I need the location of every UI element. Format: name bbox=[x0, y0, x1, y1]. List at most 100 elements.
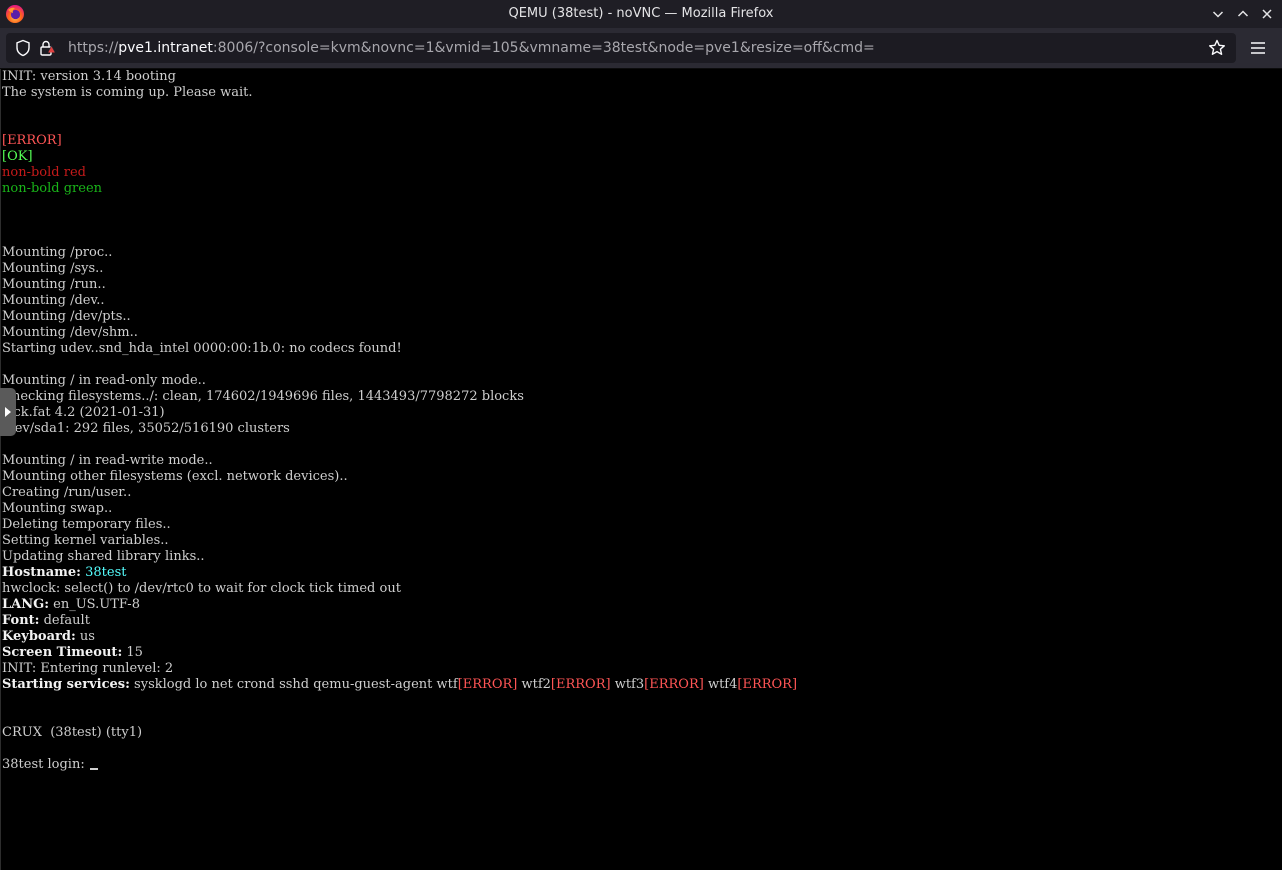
close-button[interactable] bbox=[1257, 4, 1277, 24]
console-text: default bbox=[39, 613, 90, 628]
console-text: Mounting swap.. bbox=[2, 501, 113, 516]
console-line: The system is coming up. Please wait. bbox=[2, 85, 797, 101]
console-text: wtf3 bbox=[610, 677, 645, 692]
console-text: The system is coming up. Please wait. bbox=[2, 85, 253, 100]
console-line: Mounting / in read-write mode.. bbox=[2, 453, 797, 469]
console-text: 38test login: bbox=[2, 757, 89, 772]
console-text: Mounting other filesystems (excl. networ… bbox=[2, 469, 348, 484]
console-line: [ERROR] bbox=[2, 133, 797, 149]
hamburger-menu-icon[interactable] bbox=[1249, 39, 1267, 57]
console-text: 15 bbox=[122, 645, 143, 660]
console-text: Mounting /dev/pts.. bbox=[2, 309, 131, 324]
console-line: Mounting /sys.. bbox=[2, 261, 797, 277]
console-line: Setting kernel variables.. bbox=[2, 533, 797, 549]
minimize-icon bbox=[1212, 11, 1224, 18]
console-line: Mounting /dev.. bbox=[2, 293, 797, 309]
close-icon bbox=[1262, 9, 1272, 19]
console-line: 38test login: bbox=[2, 757, 797, 773]
bookmark-star-icon[interactable] bbox=[1208, 39, 1226, 57]
url-path: :8006/?console=kvm&novnc=1&vmid=105&vmna… bbox=[212, 40, 875, 56]
console-text: Mounting / in read-write mode.. bbox=[2, 453, 213, 468]
console-line: Updating shared library links.. bbox=[2, 549, 797, 565]
console-text: fsck.fat 4.2 (2021-01-31) bbox=[2, 405, 165, 420]
console-line: Hostname: 38test bbox=[2, 565, 797, 581]
maximize-icon bbox=[1237, 10, 1249, 17]
console-text: Hostname: bbox=[2, 565, 81, 580]
console-text: Setting kernel variables.. bbox=[2, 533, 169, 548]
console-line: Mounting /proc.. bbox=[2, 245, 797, 261]
console-text: wtf4 bbox=[703, 677, 738, 692]
console-text: Creating /run/user.. bbox=[2, 485, 132, 500]
window-title: QEMU (38test) - noVNC — Mozilla Firefox bbox=[508, 6, 774, 21]
text-cursor bbox=[89, 768, 98, 770]
console-line: INIT: Entering runlevel: 2 bbox=[2, 661, 797, 677]
console-line: Screen Timeout: 15 bbox=[2, 645, 797, 661]
console-text: en_US.UTF-8 bbox=[49, 597, 140, 612]
url-host: pve1.intranet bbox=[118, 40, 213, 56]
console-text: 38test bbox=[85, 565, 127, 580]
navigation-toolbar: https://pve1.intranet:8006/?console=kvm&… bbox=[0, 28, 1282, 69]
console-text: wtf2 bbox=[517, 677, 551, 692]
console-line: Checking filesystems../: clean, 174602/1… bbox=[2, 389, 797, 405]
console-line: LANG: en_US.UTF-8 bbox=[2, 597, 797, 613]
console-text: us bbox=[75, 629, 95, 644]
console-text: Mounting /dev/shm.. bbox=[2, 325, 138, 340]
console-text: Keyboard: bbox=[2, 629, 76, 644]
console-line: fsck.fat 4.2 (2021-01-31) bbox=[2, 405, 797, 421]
console-line: Mounting other filesystems (excl. networ… bbox=[2, 469, 797, 485]
console-text: CRUX (38test) (tty1) bbox=[2, 725, 143, 740]
console-text: [ERROR] bbox=[737, 677, 798, 692]
url-scheme: https:// bbox=[68, 40, 119, 56]
console-line: Mounting /dev/shm.. bbox=[2, 325, 797, 341]
console-text: [OK] bbox=[2, 149, 33, 164]
console-line: non-bold red bbox=[2, 165, 797, 181]
console-text: [ERROR] bbox=[457, 677, 518, 692]
vnc-console[interactable]: INIT: version 3.14 booting The system is … bbox=[0, 69, 1282, 870]
maximize-button[interactable] bbox=[1233, 4, 1253, 24]
console-line: non-bold green bbox=[2, 181, 797, 197]
console-line: CRUX (38test) (tty1) bbox=[2, 725, 797, 741]
console-line: Mounting swap.. bbox=[2, 501, 797, 517]
console-text: /dev/sda1: 292 files, 35052/516190 clust… bbox=[2, 421, 290, 436]
lock-icon[interactable] bbox=[38, 39, 56, 57]
console-text: [ERROR] bbox=[2, 133, 62, 148]
shield-icon[interactable] bbox=[15, 39, 31, 57]
console-text: non-bold green bbox=[2, 181, 103, 196]
console-text: Starting udev..snd_hda_intel 0000:00:1b.… bbox=[2, 341, 402, 356]
minimize-button[interactable] bbox=[1208, 4, 1228, 24]
console-line: [OK] bbox=[2, 149, 797, 165]
console-line: Font: default bbox=[2, 613, 797, 629]
console-line: hwclock: select() to /dev/rtc0 to wait f… bbox=[2, 581, 797, 597]
console-text: Font: bbox=[2, 613, 40, 628]
console-line: Mounting /run.. bbox=[2, 277, 797, 293]
console-text: Mounting /run.. bbox=[2, 277, 106, 292]
window-titlebar: QEMU (38test) - noVNC — Mozilla Firefox bbox=[0, 0, 1282, 28]
console-text: Mounting /dev.. bbox=[2, 293, 105, 308]
console-line: Starting services: sysklogd lo net crond… bbox=[2, 677, 797, 693]
novnc-control-bar-handle[interactable] bbox=[0, 388, 16, 436]
console-text: Starting services: bbox=[2, 677, 130, 692]
console-text: Deleting temporary files.. bbox=[2, 517, 171, 532]
console-text: [ERROR] bbox=[550, 677, 611, 692]
console-line: Mounting /dev/pts.. bbox=[2, 309, 797, 325]
console-text: INIT: version 3.14 booting bbox=[2, 69, 176, 84]
console-line: Creating /run/user.. bbox=[2, 485, 797, 501]
console-text: sysklogd lo net crond sshd qemu-guest-ag… bbox=[129, 677, 458, 692]
url-text[interactable]: https://pve1.intranet:8006/?console=kvm&… bbox=[68, 33, 875, 63]
console-line: /dev/sda1: 292 files, 35052/516190 clust… bbox=[2, 421, 797, 437]
console-text: hwclock: select() to /dev/rtc0 to wait f… bbox=[2, 581, 401, 596]
console-text: non-bold red bbox=[2, 165, 86, 180]
console-text: LANG: bbox=[2, 597, 50, 612]
console-line: INIT: version 3.14 booting bbox=[2, 69, 797, 85]
console-line: Keyboard: us bbox=[2, 629, 797, 645]
console-line: Mounting / in read-only mode.. bbox=[2, 373, 797, 389]
